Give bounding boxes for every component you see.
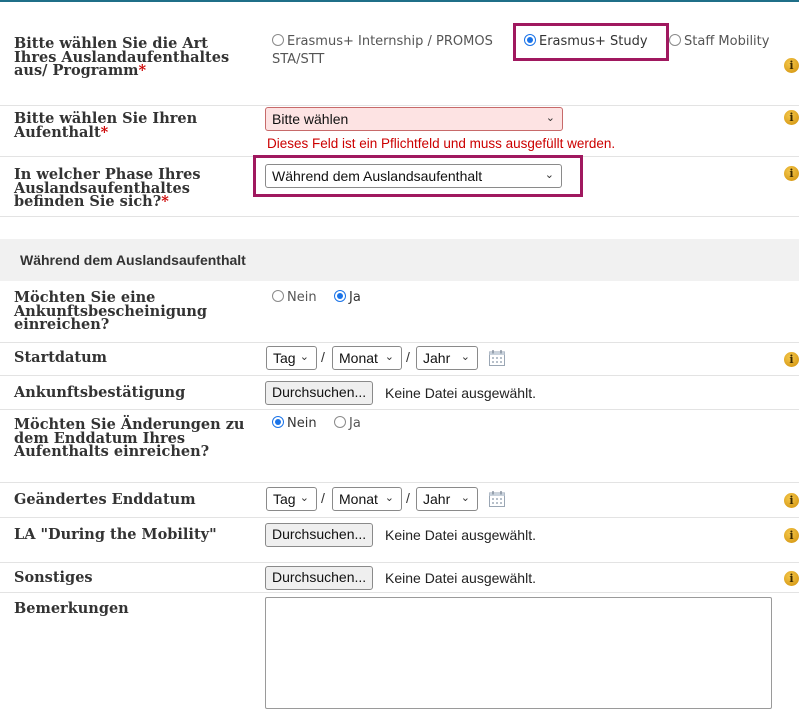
program-option-sta-stt: STA/STT	[272, 52, 325, 67]
other-file-status: Keine Datei ausgewählt.	[385, 570, 536, 586]
row-divider	[0, 517, 799, 518]
arrival-cert-option-nein[interactable]: Nein	[272, 290, 317, 305]
row-divider	[0, 105, 799, 106]
info-icon[interactable]: i	[784, 166, 799, 181]
info-icon[interactable]: i	[784, 352, 799, 367]
program-option-study[interactable]: Erasmus+ Study	[524, 34, 648, 49]
arrival-cert-label: Möchten Sie eine Ankunftsbescheinigung e…	[14, 289, 208, 333]
info-icon[interactable]: i	[784, 571, 799, 586]
info-icon[interactable]: i	[784, 58, 799, 73]
chevron-down-icon: ⌄	[460, 351, 470, 363]
info-icon[interactable]: i	[784, 493, 799, 508]
radio-nein[interactable]	[272, 290, 284, 302]
calendar-icon[interactable]	[488, 349, 506, 367]
phase-label: In welcher Phase Ihres Auslandsaufenthal…	[14, 166, 201, 210]
radio-staff[interactable]	[669, 34, 681, 46]
remarks-label: Bemerkungen	[14, 600, 129, 617]
radio-internship[interactable]	[272, 34, 284, 46]
chevron-down-icon: ⌄	[384, 351, 394, 363]
stay-select[interactable]: Bitte wählen ⌄	[265, 107, 563, 131]
arrival-confirmation-file-status: Keine Datei ausgewählt.	[385, 385, 536, 401]
changed-end-date-label: Geändertes Enddatum	[14, 491, 196, 508]
chevron-down-icon: ⌄	[384, 492, 394, 504]
row-divider	[0, 482, 799, 483]
date-separator: /	[321, 349, 325, 365]
date-separator: /	[406, 490, 410, 506]
chevron-down-icon: ⌄	[299, 492, 309, 504]
remarks-textarea[interactable]	[265, 597, 772, 709]
program-label: Bitte wählen Sie die Art Ihres Auslandau…	[14, 35, 230, 79]
la-during-label: LA "During the Mobility"	[14, 526, 217, 543]
end-year-select[interactable]: Jahr ⌄	[416, 487, 478, 511]
row-divider	[0, 342, 799, 343]
top-divider-line	[0, 0, 799, 2]
arrival-confirmation-label: Ankunftsbestätigung	[14, 384, 186, 401]
la-during-browse-button[interactable]: Durchsuchen...	[265, 523, 374, 547]
row-divider	[0, 375, 799, 376]
chevron-down-icon: ⌄	[299, 351, 309, 363]
program-option-internship[interactable]: Erasmus+ Internship / PROMOS	[272, 34, 493, 49]
info-icon[interactable]: i	[784, 528, 799, 543]
row-divider	[0, 562, 799, 563]
radio-ja[interactable]	[334, 290, 346, 302]
radio-ja[interactable]	[334, 416, 346, 428]
chevron-down-icon: ⌄	[544, 169, 554, 181]
calendar-icon[interactable]	[488, 490, 506, 508]
info-icon[interactable]: i	[784, 110, 799, 125]
end-month-select[interactable]: Monat ⌄	[332, 487, 402, 511]
end-date-option-nein[interactable]: Nein	[272, 416, 317, 431]
other-label: Sonstiges	[14, 569, 93, 586]
stay-label: Bitte wählen Sie Ihren Aufenthalt*	[14, 110, 198, 141]
chevron-down-icon: ⌄	[545, 112, 555, 124]
radio-study[interactable]	[524, 34, 536, 46]
row-divider	[0, 409, 799, 410]
end-day-select[interactable]: Tag ⌄	[266, 487, 317, 511]
phase-select[interactable]: Während dem Auslandsaufenthalt ⌄	[265, 164, 562, 188]
date-separator: /	[406, 349, 410, 365]
chevron-down-icon: ⌄	[460, 492, 470, 504]
arrival-cert-option-ja[interactable]: Ja	[334, 290, 361, 305]
start-month-select[interactable]: Monat ⌄	[332, 346, 402, 370]
other-browse-button[interactable]: Durchsuchen...	[265, 566, 374, 590]
stay-error-message: Dieses Feld ist ein Pflichtfeld und muss…	[267, 136, 616, 151]
start-year-select[interactable]: Jahr ⌄	[416, 346, 478, 370]
section-header: Während dem Auslandsaufenthalt	[0, 239, 799, 281]
end-date-question-label: Möchten Sie Änderungen zu dem Enddatum I…	[14, 416, 245, 460]
program-option-staff[interactable]: Staff Mobility	[669, 34, 769, 49]
row-divider	[0, 216, 799, 217]
date-separator: /	[321, 490, 325, 506]
radio-nein[interactable]	[272, 416, 284, 428]
start-date-label: Startdatum	[14, 349, 108, 366]
end-date-option-ja[interactable]: Ja	[334, 416, 361, 431]
start-day-select[interactable]: Tag ⌄	[266, 346, 317, 370]
la-during-file-status: Keine Datei ausgewählt.	[385, 527, 536, 543]
arrival-confirmation-browse-button[interactable]: Durchsuchen...	[265, 381, 374, 405]
row-divider	[0, 592, 799, 593]
